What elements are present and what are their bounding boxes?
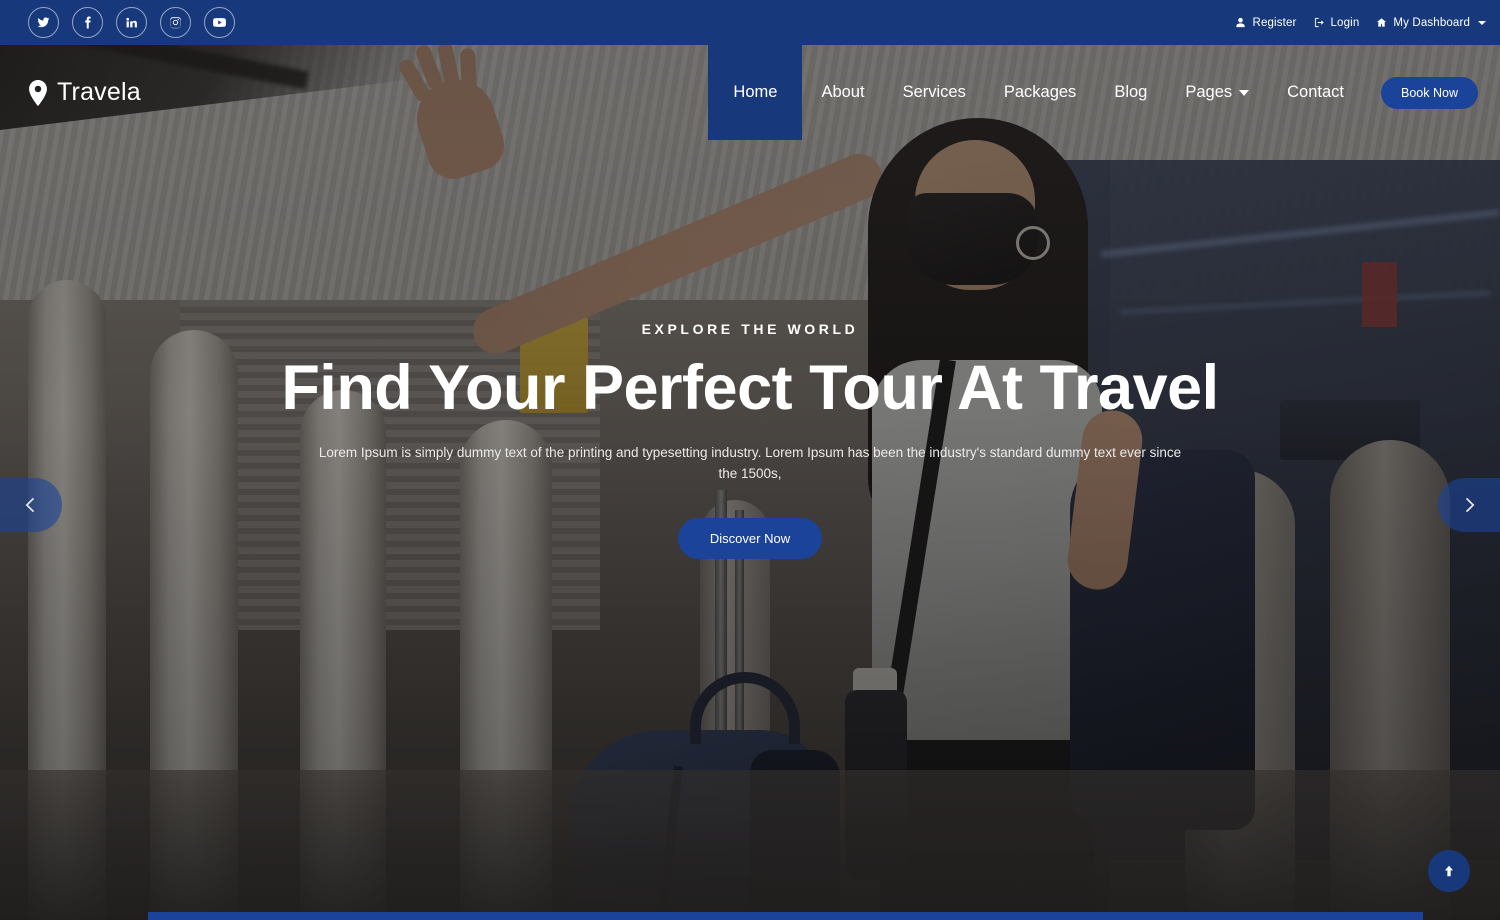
- home-icon: [1377, 18, 1387, 27]
- nav-item-about[interactable]: About: [802, 45, 883, 140]
- carousel-next-button[interactable]: [1438, 478, 1500, 532]
- facebook-icon[interactable]: [72, 7, 103, 38]
- main-navigation: Travela Home About Services Packages Blo…: [0, 45, 1500, 140]
- hero-headline: Find Your Perfect Tour At Travel: [281, 352, 1219, 423]
- utility-links: Register Login My Dashboard: [1235, 17, 1486, 29]
- my-dashboard-label: My Dashboard: [1393, 16, 1470, 29]
- chevron-right-icon: [1465, 497, 1475, 513]
- chevron-down-icon: [1239, 89, 1250, 96]
- instagram-icon[interactable]: [160, 7, 191, 38]
- nav-item-contact[interactable]: Contact: [1268, 45, 1363, 140]
- nav-item-contact-label: Contact: [1287, 83, 1345, 101]
- page-root: Register Login My Dashboard Travela Home: [0, 0, 1500, 920]
- nav-item-services-label: Services: [902, 83, 966, 101]
- chevron-left-icon: [25, 497, 35, 513]
- nav-item-packages[interactable]: Packages: [985, 45, 1095, 140]
- register-label: Register: [1252, 16, 1297, 29]
- linkedin-icon[interactable]: [116, 7, 147, 38]
- social-links: [28, 7, 235, 38]
- register-link[interactable]: Register: [1235, 17, 1296, 29]
- nav-item-services[interactable]: Services: [884, 45, 985, 140]
- book-now-button[interactable]: Book Now: [1381, 76, 1478, 109]
- my-dashboard-link[interactable]: My Dashboard: [1376, 17, 1486, 29]
- next-section-edge: [148, 912, 1423, 920]
- nav-item-pages-label: Pages: [1185, 83, 1233, 101]
- nav-item-home-label: Home: [733, 83, 778, 101]
- nav-item-packages-label: Packages: [1003, 83, 1077, 101]
- discover-now-button[interactable]: Discover Now: [677, 518, 823, 560]
- location-pin-icon: [29, 79, 47, 106]
- site-logo[interactable]: Travela: [28, 78, 141, 107]
- youtube-icon[interactable]: [204, 7, 235, 38]
- user-icon: [1236, 17, 1246, 28]
- nav-item-blog[interactable]: Blog: [1095, 45, 1166, 140]
- signin-icon: [1314, 17, 1324, 28]
- nav-item-about-label: About: [821, 83, 865, 101]
- nav-item-home[interactable]: Home: [708, 45, 803, 140]
- carousel-prev-button[interactable]: [0, 478, 62, 532]
- login-link[interactable]: Login: [1314, 17, 1360, 29]
- twitter-icon[interactable]: [28, 7, 59, 38]
- hero-eyebrow: EXPLORE THE WORLD: [641, 320, 859, 337]
- chevron-down-icon: [1478, 20, 1486, 25]
- login-label: Login: [1330, 16, 1360, 29]
- nav-item-blog-label: Blog: [1114, 83, 1148, 101]
- hero-paragraph: Lorem Ipsum is simply dummy text of the …: [318, 444, 1182, 481]
- top-utility-bar: Register Login My Dashboard: [0, 0, 1500, 45]
- scroll-to-top-button[interactable]: [1428, 850, 1470, 892]
- nav-menu: Home About Services Packages Blog Pages …: [708, 45, 1500, 140]
- nav-item-pages[interactable]: Pages: [1166, 45, 1268, 140]
- arrow-up-icon: [1444, 865, 1454, 877]
- brand-name: Travela: [57, 78, 141, 106]
